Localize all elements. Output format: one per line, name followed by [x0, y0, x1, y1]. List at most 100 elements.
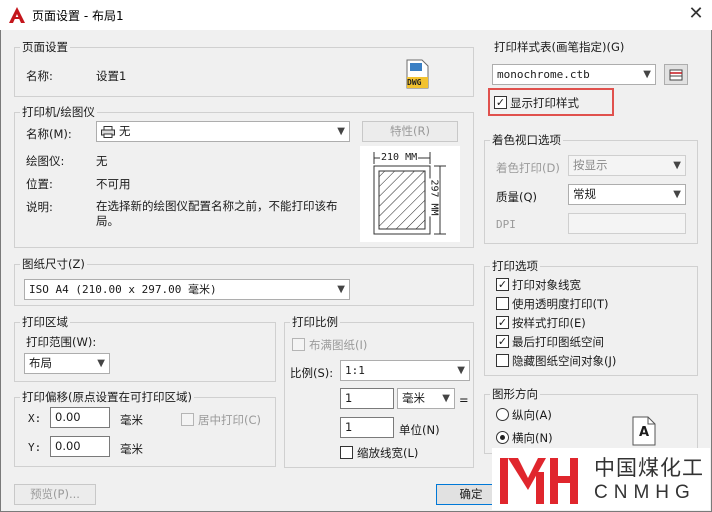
- printer-name-combo[interactable]: 无 ▼: [96, 121, 350, 142]
- landscape-label: 横向(N): [512, 431, 553, 445]
- plot-with-styles-label: 按样式打印(E): [512, 316, 586, 330]
- plot-offset-group-title: 打印偏移(原点设置在可打印区域): [20, 389, 194, 405]
- plotter-value: 无: [96, 154, 108, 168]
- chevron-down-icon: ▼: [673, 189, 681, 200]
- offset-x-unit: 毫米: [120, 413, 143, 427]
- printer-properties-button[interactable]: 特性(R): [362, 121, 458, 142]
- orientation-group-title: 图形方向: [490, 386, 540, 402]
- fit-to-paper-checkbox[interactable]: [292, 338, 305, 351]
- chevron-down-icon: ▼: [673, 160, 681, 171]
- orientation-page-icon: A: [632, 416, 656, 446]
- paper-preview: 210 MM 297 MM: [360, 146, 460, 242]
- plot-area-group-title: 打印区域: [20, 314, 70, 330]
- offset-x-label: X:: [28, 412, 42, 425]
- paper-size-value: ISO A4 (210.00 x 297.00 毫米): [29, 283, 217, 296]
- window-title: 页面设置 - 布局1: [32, 9, 124, 23]
- offset-y-input[interactable]: 0.00: [50, 436, 110, 457]
- edit-style-table-button[interactable]: [664, 64, 688, 85]
- setup-name-label: 名称:: [26, 69, 53, 83]
- chevron-down-icon: ▼: [97, 358, 105, 369]
- paper-size-combo[interactable]: ISO A4 (210.00 x 297.00 毫米) ▼: [24, 279, 350, 300]
- printer-icon: [101, 126, 115, 138]
- scale-label: 比例(S):: [290, 366, 334, 380]
- plot-range-label: 打印范围(W):: [26, 335, 97, 349]
- style-table-combo[interactable]: monochrome.ctb ▼: [492, 64, 656, 85]
- scale-combo[interactable]: 1:1 ▼: [340, 360, 470, 381]
- shade-plot-label: 着色打印(D): [496, 161, 560, 175]
- location-label: 位置:: [26, 177, 53, 191]
- paper-width-label: 210 MM: [380, 152, 419, 163]
- plot-range-value: 布局: [29, 356, 52, 370]
- chevron-down-icon: ▼: [442, 393, 450, 404]
- landscape-radio[interactable]: [496, 431, 509, 444]
- location-value: 不可用: [96, 177, 131, 191]
- fit-to-paper-label: 布满图纸(I): [309, 338, 368, 352]
- portrait-label: 纵向(A): [512, 408, 552, 422]
- display-plot-styles-label: 显示打印样式: [510, 96, 579, 110]
- scale-lineweights-label: 缩放线宽(L): [357, 446, 419, 460]
- scale-unit-combo[interactable]: 毫米 ▼: [397, 388, 455, 409]
- chevron-down-icon: ▼: [457, 365, 465, 376]
- paper-size-group-title: 图纸尺寸(Z): [20, 256, 87, 272]
- page-setup-group-title: 页面设置: [20, 39, 70, 55]
- preview-button[interactable]: 预览(P)...: [14, 484, 96, 505]
- plot-range-combo[interactable]: 布局 ▼: [24, 353, 110, 374]
- printer-group-title: 打印机/绘图仪: [20, 104, 97, 120]
- center-plot-label: 居中打印(C): [198, 413, 262, 427]
- setup-name-value: 设置1: [96, 69, 127, 83]
- plot-transparency-label: 使用透明度打印(T): [512, 297, 609, 311]
- plot-scale-group-title: 打印比例: [290, 314, 340, 330]
- scale-lineweights-checkbox[interactable]: [340, 446, 353, 459]
- title-bar: 页面设置 - 布局1 ✕: [0, 0, 712, 30]
- plotter-label: 绘图仪:: [26, 154, 65, 168]
- printer-name-label: 名称(M):: [26, 127, 72, 141]
- dwg-file-icon: DWG: [404, 58, 430, 90]
- offset-x-input[interactable]: 0.00: [50, 407, 110, 428]
- chevron-down-icon: ▼: [337, 284, 345, 295]
- scale-value1-input[interactable]: 1: [340, 388, 394, 409]
- chevron-down-icon: ▼: [643, 69, 651, 80]
- scale-unit1-value: 毫米: [402, 391, 425, 405]
- dpi-input[interactable]: [568, 213, 686, 234]
- plot-with-styles-checkbox[interactable]: ✓: [496, 316, 509, 329]
- chevron-down-icon: ▼: [337, 126, 345, 137]
- scale-value2-input[interactable]: 1: [340, 417, 394, 438]
- autocad-logo-icon: [9, 7, 25, 23]
- plot-options-group-title: 打印选项: [490, 258, 540, 274]
- scale-value: 1:1: [345, 364, 365, 377]
- shade-plot-value: 按显示: [573, 158, 608, 172]
- plot-lineweights-checkbox[interactable]: ✓: [496, 278, 509, 291]
- paper-height-label: 297 MM: [428, 178, 440, 217]
- description-value: 在选择新的绘图仪配置名称之前，不能打印该布局。: [96, 199, 338, 228]
- style-table-group-title: 打印样式表(画笔指定)(G): [492, 39, 627, 55]
- quality-value: 常规: [573, 187, 596, 201]
- description-label: 说明:: [26, 200, 53, 214]
- hide-paperspace-objects-label: 隐藏图纸空间对象(J): [512, 354, 617, 368]
- orientation-icon-letter: A: [639, 425, 650, 440]
- dwg-icon-text: DWG: [407, 78, 422, 87]
- offset-y-label: Y:: [28, 441, 42, 454]
- watermark-text-en: CNMHG: [594, 482, 696, 503]
- quality-combo[interactable]: 常规 ▼: [568, 184, 686, 205]
- edit-table-icon: [669, 69, 683, 81]
- display-plot-styles-checkbox[interactable]: ✓: [494, 96, 507, 109]
- center-plot-checkbox[interactable]: [181, 413, 194, 426]
- close-icon[interactable]: ✕: [684, 3, 708, 25]
- plot-lineweights-label: 打印对象线宽: [512, 278, 581, 292]
- watermark-logo: 中国煤化工 CNMHG: [492, 448, 710, 510]
- plot-paperspace-last-label: 最后打印图纸空间: [512, 335, 604, 349]
- scale-unit2-label: 单位(N): [399, 423, 440, 437]
- quality-label: 质量(Q): [496, 190, 538, 204]
- dpi-label: DPI: [496, 218, 516, 231]
- plot-paperspace-last-checkbox[interactable]: ✓: [496, 335, 509, 348]
- printer-name-value: 无: [119, 124, 131, 138]
- plot-transparency-checkbox[interactable]: [496, 297, 509, 310]
- hide-paperspace-objects-checkbox[interactable]: [496, 354, 509, 367]
- offset-y-unit: 毫米: [120, 442, 143, 456]
- mh-logo-icon: [500, 458, 578, 504]
- portrait-radio[interactable]: [496, 408, 509, 421]
- style-table-value: monochrome.ctb: [497, 68, 590, 81]
- shaded-viewport-group-title: 着色视口选项: [490, 132, 563, 148]
- scale-equals: =: [459, 393, 469, 407]
- shade-plot-combo[interactable]: 按显示 ▼: [568, 155, 686, 176]
